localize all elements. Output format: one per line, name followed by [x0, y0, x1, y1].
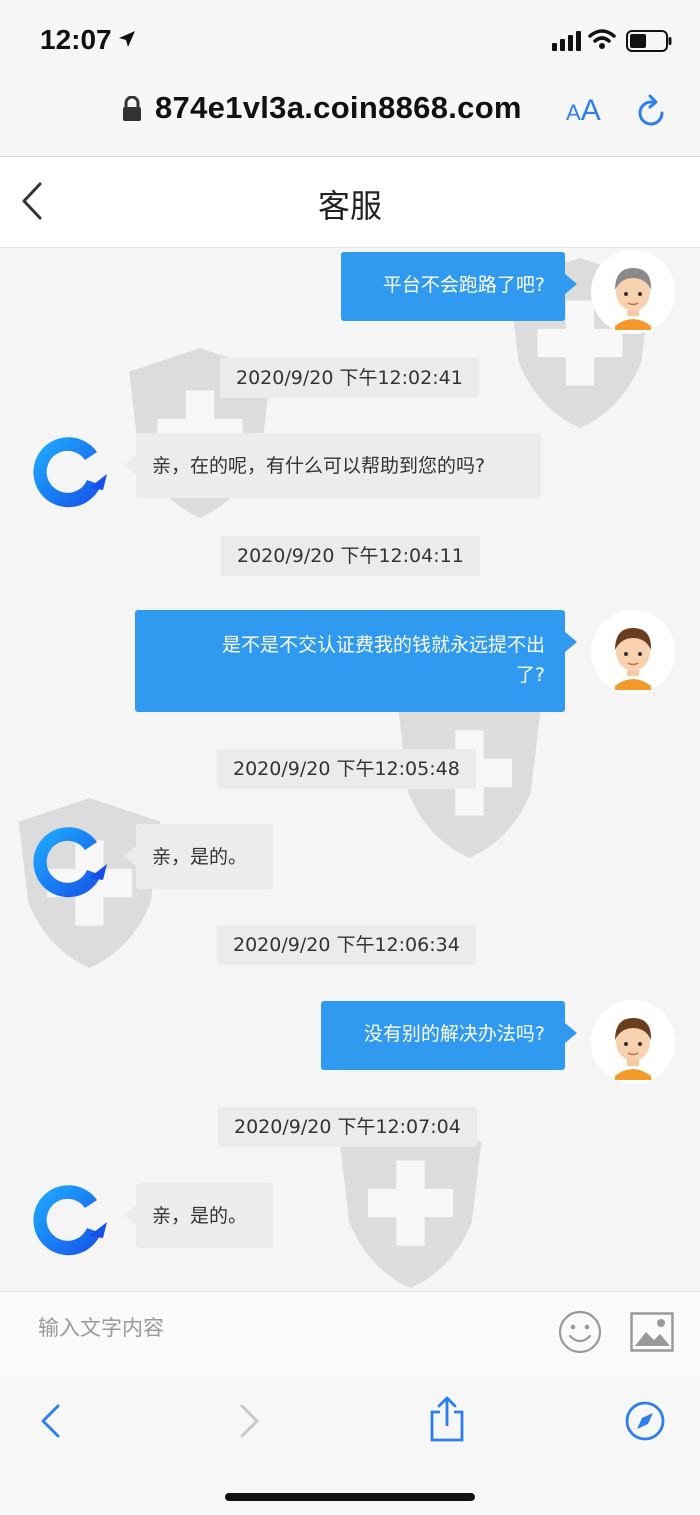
user-avatar [591, 1000, 675, 1084]
agent-logo-avatar [25, 1178, 109, 1262]
text-size-large: A [580, 94, 601, 127]
message-input[interactable] [38, 1316, 518, 1340]
text-size-button[interactable]: AA [566, 94, 601, 128]
status-time: 12:07 [40, 24, 112, 55]
emoji-icon[interactable] [558, 1310, 602, 1358]
message-timestamp: 2020/9/20 下午12:02:41 [220, 358, 479, 398]
message-text-line: 是不是不交认证费我的钱就永远提不出 [221, 634, 545, 656]
share-icon[interactable] [428, 1396, 466, 1446]
message-text-line: 了? [515, 664, 545, 686]
home-indicator [225, 1493, 475, 1501]
agent-logo-avatar [25, 430, 109, 514]
message-text: 没有别的解决办法吗? [363, 1023, 545, 1045]
compass-icon[interactable] [624, 1400, 666, 1446]
url-bar[interactable]: 874e1vl3a.coin8868.com AA [0, 80, 700, 157]
url-text[interactable]: 874e1vl3a.coin8868.com [155, 90, 522, 126]
message-bubble-outgoing: 平台不会跑路了吧? [341, 252, 577, 321]
image-icon[interactable] [630, 1312, 674, 1356]
message-timestamp: 2020/9/20 下午12:06:34 [217, 925, 476, 965]
user-avatar [591, 250, 675, 334]
location-arrow-icon [118, 30, 136, 52]
agent-logo-avatar [25, 820, 109, 904]
message-timestamp: 2020/9/20 下午12:04:11 [221, 536, 480, 576]
message-bubble-incoming: 亲，是的。 [124, 824, 273, 889]
lock-icon [122, 95, 142, 126]
message-text: 亲，是的。 [152, 1205, 248, 1227]
forward-arrow-icon[interactable] [236, 1402, 262, 1444]
reload-icon[interactable] [636, 94, 668, 132]
message-timestamp: 2020/9/20 下午12:05:48 [217, 749, 476, 789]
status-bar: 12:07 [0, 0, 700, 80]
back-arrow-icon[interactable] [38, 1402, 64, 1444]
text-size-small: A [566, 100, 581, 125]
message-bubble-outgoing: 是不是不交认证费我的钱就永远提不出 了? [135, 610, 577, 712]
browser-toolbar [0, 1374, 700, 1515]
user-avatar [591, 610, 675, 694]
signal-icon [552, 30, 582, 56]
wifi-icon [588, 28, 616, 54]
message-bubble-incoming: 亲，在的呢，有什么可以帮助到您的吗? [124, 433, 541, 498]
message-bubble-outgoing: 没有别的解决办法吗? [321, 1001, 577, 1070]
message-bubble-incoming: 亲，是的。 [124, 1183, 273, 1248]
message-text: 亲，是的。 [152, 846, 248, 868]
message-input-bar [0, 1291, 700, 1375]
chat-area[interactable]: 平台不会跑路了吧? 2020/9/20 下午12:02:41 亲，在的呢，有什么… [0, 248, 700, 1290]
page-title: 客服 [317, 187, 382, 225]
battery-icon [626, 30, 672, 56]
message-timestamp: 2020/9/20 下午12:07:04 [218, 1107, 477, 1147]
chat-header: 客服 [0, 157, 700, 248]
message-text: 亲，在的呢，有什么可以帮助到您的吗? [152, 455, 486, 477]
message-text: 平台不会跑路了吧? [382, 274, 545, 296]
